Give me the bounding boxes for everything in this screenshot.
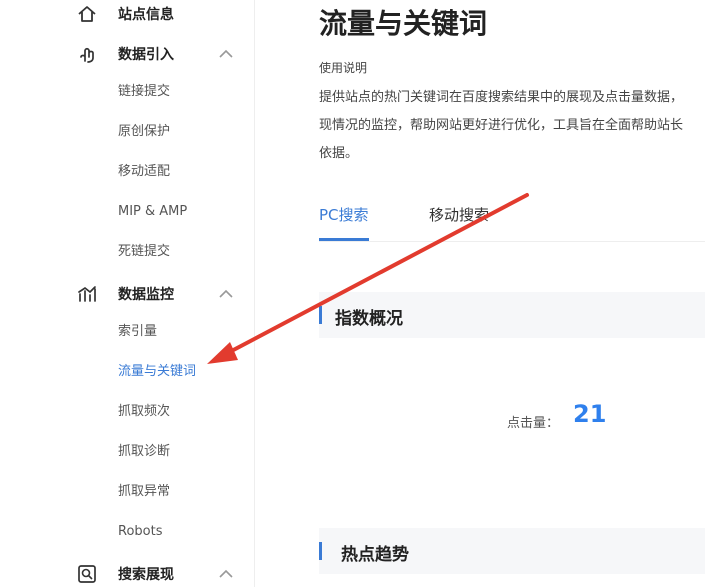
home-icon [78,6,96,22]
sidebar-item-robots[interactable]: Robots [118,522,162,542]
chevron-up-icon[interactable] [218,49,234,59]
section-title: 指数概况 [335,309,403,329]
hot-trend-section: 热点趋势 [319,528,705,574]
usage-instructions-title: 使用说明 [319,61,368,75]
sidebar-group-label: 搜索展现 [118,567,174,583]
sidebar: 站点信息 数据引入 链接提交 原创保护 移动适配 MIP & AMP 死链提交 … [0,0,255,587]
sidebar-group-search-display[interactable]: 搜索展现 [0,554,255,587]
sidebar-item-traffic-keywords[interactable]: 流量与关键词 [118,362,196,382]
sidebar-item-crawl-errors[interactable]: 抓取异常 [118,482,170,502]
sidebar-group-label: 数据监控 [118,287,174,303]
sidebar-group-label: 站点信息 [118,7,174,23]
sidebar-item-mip-amp[interactable]: MIP & AMP [118,202,187,222]
sidebar-group-data-monitor[interactable]: 数据监控 [0,274,255,314]
bar-chart-icon [78,286,96,302]
main-content: 流量与关键词 使用说明 提供站点的热门关键词在百度搜索结果中的展现及点击量数据，… [255,0,705,587]
sidebar-group-site-info[interactable]: 站点信息 [0,0,255,34]
usage-description-line: 提供站点的热门关键词在百度搜索结果中的展现及点击量数据， [319,90,684,105]
sidebar-item-mobile-adapt[interactable]: 移动适配 [118,162,170,182]
section-accent-bar [319,306,322,324]
search-type-tabs: PC搜索 移动搜索 [319,200,705,242]
sidebar-item-dead-link-submit[interactable]: 死链提交 [118,242,170,262]
section-accent-bar [319,542,322,560]
click-count-label: 点击量： [507,416,560,431]
tab-pc-search[interactable]: PC搜索 [319,204,369,241]
link-hand-icon [80,47,94,63]
chevron-up-icon[interactable] [218,289,234,299]
search-display-icon [78,565,96,583]
sidebar-group-label: 数据引入 [118,47,174,63]
page-title: 流量与关键词 [319,7,488,40]
sidebar-item-original-protection[interactable]: 原创保护 [118,122,170,142]
section-title: 热点趋势 [341,545,409,565]
tab-mobile-search[interactable]: 移动搜索 [429,204,489,225]
click-count-value: 21 [573,400,607,428]
index-overview-section: 指数概况 [319,292,705,338]
sidebar-item-link-submit[interactable]: 链接提交 [118,82,170,102]
usage-description-line: 现情况的监控，帮助网站更好进行优化，工具旨在全面帮助站长 [319,118,684,133]
sidebar-item-crawl-diagnosis[interactable]: 抓取诊断 [118,442,170,462]
usage-description-line: 依据。 [319,146,359,161]
sidebar-item-crawl-frequency[interactable]: 抓取频次 [118,402,170,422]
chevron-up-icon[interactable] [218,569,234,579]
sidebar-item-index-volume[interactable]: 索引量 [118,322,157,342]
sidebar-group-data-import[interactable]: 数据引入 [0,34,255,74]
